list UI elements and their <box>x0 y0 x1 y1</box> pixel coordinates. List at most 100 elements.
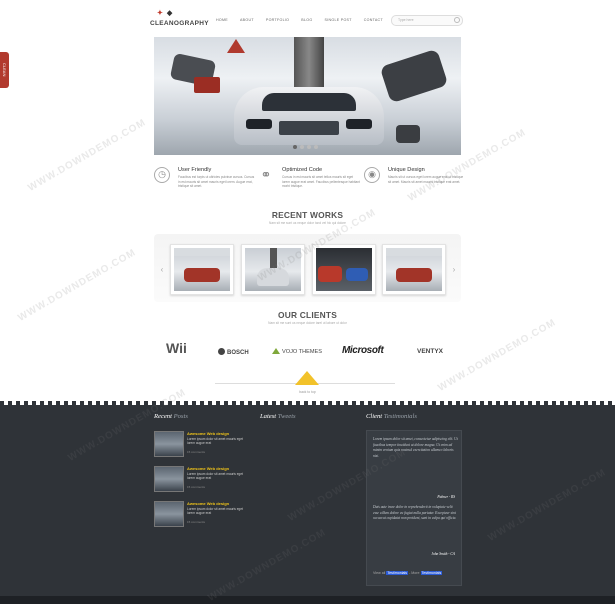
nav-item-about[interactable]: ABOUT <box>240 18 254 22</box>
recent-post[interactable]: Awesome Web design Lorem ipsum dolor sit… <box>154 466 249 494</box>
toolbox-shape <box>194 77 220 93</box>
post-excerpt: Lorem ipsum dolor sit amet mauris eget l… <box>187 472 243 481</box>
client-logo-text: VOJO THEMES <box>282 349 322 355</box>
robot-arm-shape <box>379 48 449 104</box>
slider-dot[interactable] <box>300 145 304 149</box>
ceiling-shape <box>174 248 230 256</box>
post-thumbnail[interactable] <box>154 431 184 457</box>
testimonial-box: Lorem ipsum dolor sit amet, consectetur … <box>366 430 462 586</box>
car-headlight-shape <box>246 119 272 129</box>
work-image <box>174 248 230 291</box>
headphones-icon: ⚭ <box>260 167 272 182</box>
testimonial-author: John Smith - CA <box>431 552 455 556</box>
vojo-icon <box>272 348 280 354</box>
bosch-icon <box>218 348 225 355</box>
heading-accent: Tweets <box>277 413 296 420</box>
client-logo-vojo[interactable]: VOJO THEMES <box>272 348 322 355</box>
car-headlight-shape <box>346 119 372 129</box>
client-logo-microsoft[interactable]: Microsoft <box>342 345 384 356</box>
client-logo-bosch[interactable]: BOSCH <box>218 348 249 356</box>
testimonials-link[interactable]: Testimonials <box>420 571 443 575</box>
nav-suffix: - More <box>409 571 420 575</box>
watermark: WWW.DOWNDEMO.COM <box>26 117 149 194</box>
clients-title: OUR CLIENTS <box>278 310 337 320</box>
ceiling-shape <box>386 248 442 256</box>
machine-part-shape <box>396 125 420 143</box>
testimonials-heading: Client Testimonials <box>366 413 417 420</box>
nav-item-contact[interactable]: CONTACT <box>364 18 383 22</box>
main-nav: HOME ABOUT PORTFOLIO BLOG SINGLE POST CO… <box>216 18 395 22</box>
testimonial-author: Palmer - RS <box>437 495 455 499</box>
carousel-prev-icon[interactable]: ‹ <box>158 265 166 275</box>
back-to-top-icon[interactable] <box>295 371 319 385</box>
work-image <box>245 248 301 291</box>
nav-prefix: View all <box>373 571 386 575</box>
slider-dot[interactable] <box>314 145 318 149</box>
car-shape <box>396 268 432 282</box>
heading-text: Client <box>366 413 383 420</box>
post-title[interactable]: Awesome Web design <box>187 431 229 436</box>
work-image <box>386 248 442 291</box>
clients-subtitle: Nam sit me sunt us neque dolore tarel ut… <box>268 321 347 325</box>
heading-accent: Testimonials <box>383 413 417 420</box>
work-thumbnail[interactable] <box>382 244 446 295</box>
feature-text: Mauris sit ut cursus eget lorem augue er… <box>388 175 464 184</box>
slider-dot[interactable] <box>293 145 297 149</box>
work-thumbnail[interactable] <box>241 244 305 295</box>
testimonial-quote: Lorem ipsum dolor sit amet, consectetur … <box>373 437 458 458</box>
search-icon[interactable] <box>454 17 460 23</box>
logo-text: CLEANOGRAPHY <box>150 20 209 27</box>
client-logo-ventyx[interactable]: VENTYX <box>417 348 443 355</box>
recent-posts-heading: Recent Posts <box>154 413 188 420</box>
nav-item-portfolio[interactable]: PORTFOLIO <box>266 18 289 22</box>
heading-text: Recent <box>154 413 172 420</box>
car-shape <box>184 268 220 282</box>
recent-post[interactable]: Awesome Web design Lorem ipsum dolor sit… <box>154 431 249 459</box>
post-meta: 15 comments <box>187 520 206 524</box>
back-to-top-label[interactable]: back to top <box>0 390 615 394</box>
recent-post[interactable]: Awesome Web design Lorem ipsum dolor sit… <box>154 501 249 529</box>
testimonial-quote: Duis aute irure dolor in reprehenderit i… <box>373 505 457 521</box>
car-grille-shape <box>279 121 339 135</box>
client-logo-wii[interactable]: Wii <box>166 340 187 356</box>
car-windshield-shape <box>262 93 356 111</box>
recent-works-title: RECENT WORKS <box>271 210 344 220</box>
testimonial-nav: View all Testimonials - More Testimonial… <box>373 571 443 575</box>
search-placeholder: Type here <box>398 18 414 22</box>
gauge-icon: ◷ <box>154 167 170 183</box>
search-input[interactable]: Type here <box>391 15 463 26</box>
feature-text: Cursus in est mauris sit amet tellus mau… <box>282 175 360 189</box>
logo[interactable]: ✦ ◆ CLEANOGRAPHY <box>150 8 210 34</box>
slider-pagination <box>293 145 318 149</box>
heading-accent: Posts <box>173 413 188 420</box>
footer <box>0 405 615 604</box>
page: CLEAN ✦ ◆ CLEANOGRAPHY HOME ABOUT PORTFO… <box>0 0 615 604</box>
carousel-next-icon[interactable]: › <box>450 265 458 275</box>
post-title[interactable]: Awesome Web design <box>187 466 229 471</box>
post-thumbnail[interactable] <box>154 501 184 527</box>
post-thumbnail[interactable] <box>154 466 184 492</box>
features-row: ◷ User Friendly Faucibus est turpis ut u… <box>154 166 464 216</box>
testimonials-link[interactable]: Testimonials <box>386 571 409 575</box>
footer-bottom-bar <box>0 596 615 604</box>
target-icon: ◉ <box>364 167 380 183</box>
robot-arm-shape <box>270 248 277 268</box>
heading-text: Latest <box>260 413 277 420</box>
slider-dot[interactable] <box>307 145 311 149</box>
post-title[interactable]: Awesome Web design <box>187 501 229 506</box>
post-excerpt: Lorem ipsum dolor sit amet mauris eget l… <box>187 437 243 446</box>
latest-tweets-heading: Latest Tweets <box>260 413 296 420</box>
nav-item-home[interactable]: HOME <box>216 18 228 22</box>
post-meta: 15 comments <box>187 450 206 454</box>
recent-works-subtitle: Nam sit me sunt us neque dolor tarol vel… <box>269 221 346 225</box>
warning-sign-shape <box>227 39 245 53</box>
side-tab[interactable]: CLEAN <box>0 52 9 88</box>
work-thumbnail[interactable] <box>170 244 234 295</box>
post-excerpt: Lorem ipsum dolor sit amet mauris eget l… <box>187 507 243 516</box>
nav-item-blog[interactable]: BLOG <box>301 18 312 22</box>
work-image <box>316 248 372 291</box>
clients-logos: Wii BOSCH VOJO THEMES Microsoft VENTYX <box>154 340 464 364</box>
work-thumbnail[interactable] <box>312 244 376 295</box>
feature-title: Unique Design <box>388 167 425 173</box>
nav-item-single-post[interactable]: SINGLE POST <box>324 18 351 22</box>
